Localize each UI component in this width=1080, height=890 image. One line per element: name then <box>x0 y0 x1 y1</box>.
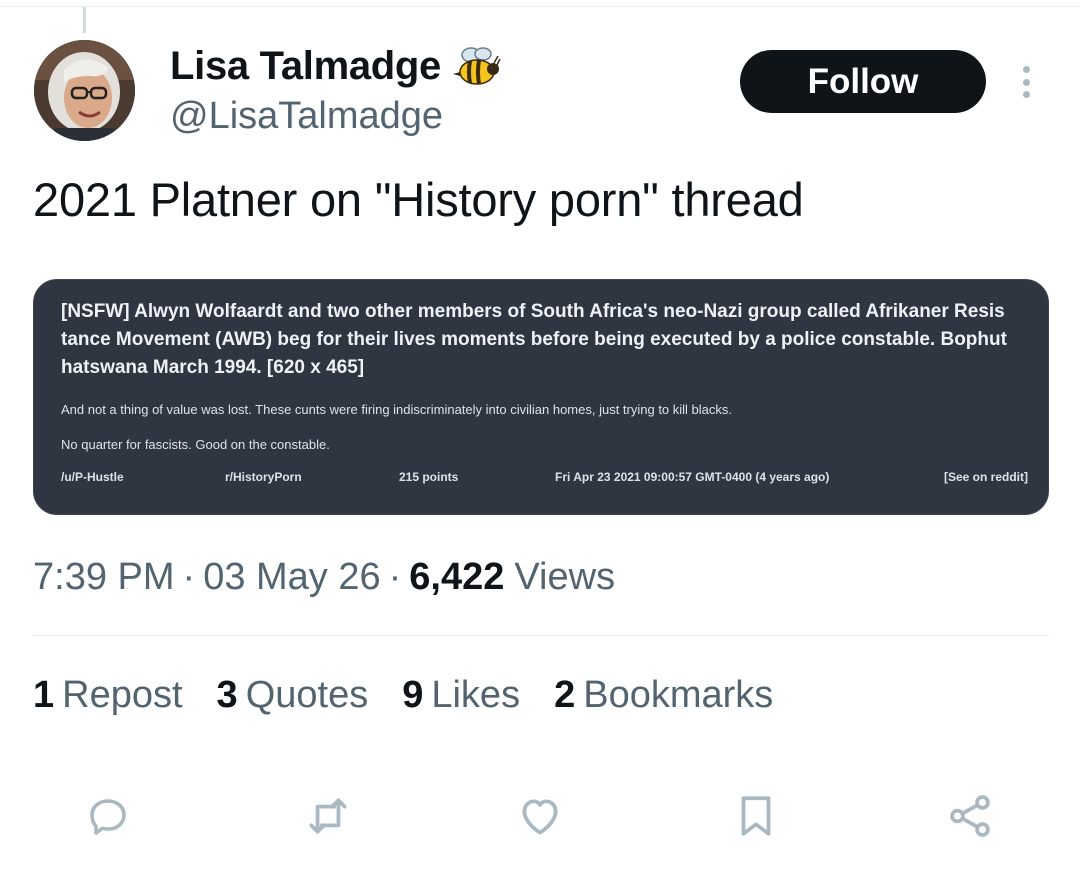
more-vertical-icon[interactable] <box>1012 62 1040 102</box>
likes-count: 9 <box>402 674 424 716</box>
embedded-reddit-card[interactable]: [NSFW] Alwyn Wolfaardt and two other mem… <box>33 279 1049 515</box>
avatar[interactable] <box>34 40 135 141</box>
follow-button[interactable]: Follow <box>740 50 986 113</box>
meta-separator: · <box>182 556 196 598</box>
card-title: [NSFW] Alwyn Wolfaardt and two other mem… <box>61 301 1007 378</box>
stats-divider <box>33 635 1049 636</box>
engagement-stats: 1 Repost 3 Quotes 9 Likes 2 Bookmarks <box>33 674 807 717</box>
quotes-count: 3 <box>216 674 238 716</box>
thread-connector-line <box>83 7 86 33</box>
card-footer-link: [See on reddit] <box>944 470 1029 484</box>
views-count: 6,422 <box>409 556 505 598</box>
bookmarks-label: Bookmarks <box>583 674 774 716</box>
likes-stat[interactable]: 9 Likes <box>402 674 520 717</box>
tweet-text: 2021 Platner on "History porn" thread <box>33 173 804 226</box>
quotes-stat[interactable]: 3 Quotes <box>217 674 369 717</box>
action-bar <box>0 790 1080 842</box>
card-footer-user: /u/P-Hustle <box>61 470 124 484</box>
like-icon[interactable] <box>514 790 566 842</box>
reply-icon[interactable] <box>82 790 134 842</box>
name-row: Lisa Talmadge <box>170 44 501 89</box>
meta-separator: · <box>388 556 402 598</box>
bee-emoji-icon <box>453 46 501 85</box>
reposts-count: 1 <box>33 674 55 716</box>
top-divider <box>0 6 1080 7</box>
share-icon[interactable] <box>944 790 996 842</box>
display-name[interactable]: Lisa Talmadge <box>170 44 441 89</box>
card-body-line-2: No quarter for fascists. Good on the con… <box>61 437 330 452</box>
card-footer-points: 215 points <box>399 470 459 484</box>
likes-label: Likes <box>431 674 521 716</box>
reposts-stat[interactable]: 1 Repost <box>33 674 183 717</box>
tweet-meta: 7:39 PM · 03 May 26 · 6,422 Views <box>33 556 615 599</box>
card-footer: /u/P-Hustle r/HistoryPorn 215 points Fri… <box>34 470 1048 490</box>
quotes-label: Quotes <box>245 674 369 716</box>
tweet-date[interactable]: 03 May 26 <box>203 556 380 599</box>
reposts-label: Repost <box>62 674 183 716</box>
card-footer-date: Fri Apr 23 2021 09:00:57 GMT-0400 (4 yea… <box>555 470 830 484</box>
bookmarks-count: 2 <box>554 674 576 716</box>
tweet-time[interactable]: 7:39 PM <box>33 556 175 599</box>
user-handle[interactable]: @LisaTalmadge <box>170 95 443 138</box>
repost-icon[interactable] <box>302 790 354 842</box>
bookmark-icon[interactable] <box>730 790 782 842</box>
card-body-line-1: And not a thing of value was lost. These… <box>61 402 733 417</box>
views-label: Views <box>514 556 616 598</box>
card-footer-subreddit: r/HistoryPorn <box>225 470 302 484</box>
bookmarks-stat[interactable]: 2 Bookmarks <box>554 674 773 717</box>
